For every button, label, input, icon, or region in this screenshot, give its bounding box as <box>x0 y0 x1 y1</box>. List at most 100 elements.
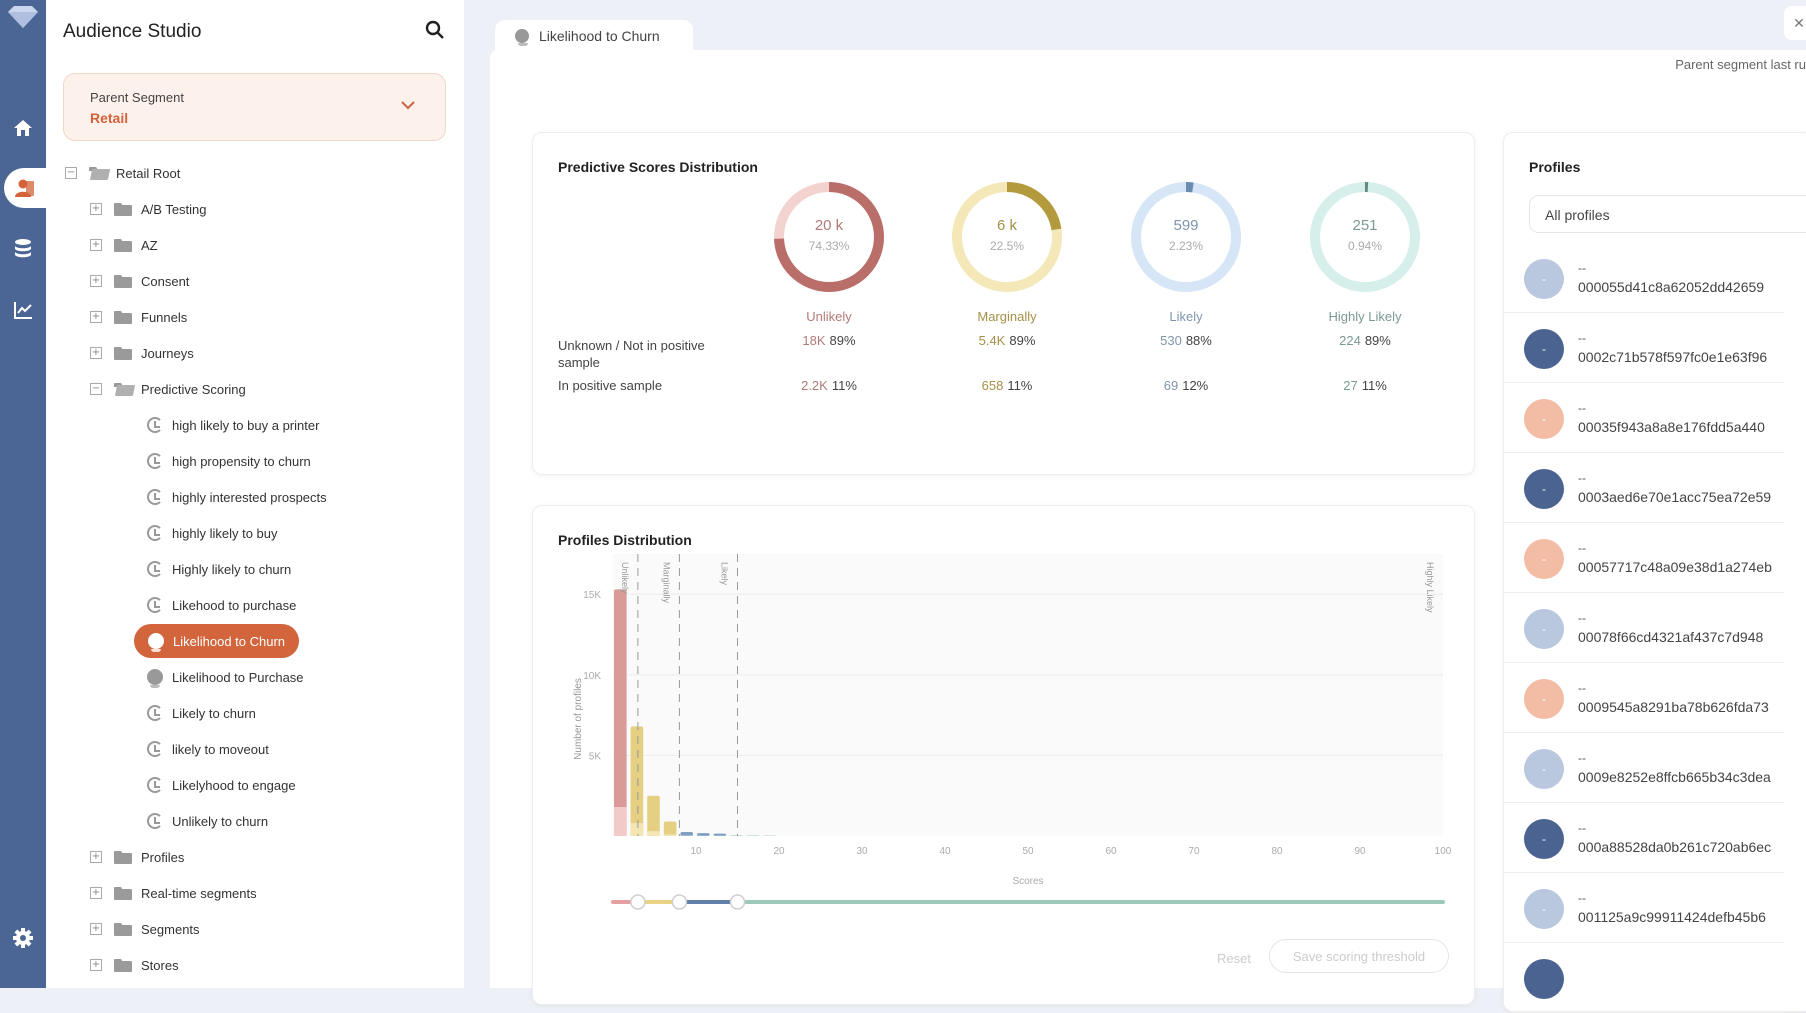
save-threshold-button[interactable]: Save scoring threshold <box>1269 939 1449 973</box>
main-area: Likelihood to Churn ✕ Parent segment las… <box>476 0 1806 988</box>
histogram-bar <box>730 835 743 836</box>
nav-rail <box>0 0 46 988</box>
profile-list-item[interactable]: ---0002c71b578f597fc0e1e63f96 <box>1504 313 1784 383</box>
tab-likelihood-to-churn[interactable]: Likelihood to Churn <box>495 20 693 52</box>
count-value: 18K <box>802 333 825 348</box>
profile-list-item[interactable]: ---00057717c48a09e38d1a274eb <box>1504 523 1784 593</box>
expand-toggle-icon[interactable]: + <box>90 239 102 251</box>
expand-toggle-icon[interactable]: + <box>90 347 102 359</box>
gear-icon[interactable] <box>0 918 46 958</box>
histogram-bar <box>680 832 693 836</box>
tree-folder[interactable]: +AZ <box>90 227 158 263</box>
tab-bar: Likelihood to Churn ✕ <box>476 0 1806 50</box>
slider-handle[interactable] <box>672 895 686 909</box>
x-tick-label: 100 <box>1435 846 1452 857</box>
tree-folder[interactable]: +Journeys <box>90 335 194 371</box>
profile-list-item[interactable]: ---000055d41c8a62052dd42659 <box>1504 243 1784 313</box>
profile-list-item[interactable]: ---0009545a8291ba78b626fda73 <box>1504 663 1784 733</box>
profile-name: -- <box>1578 751 1586 765</box>
tree-item[interactable]: Likely to churn <box>147 695 256 731</box>
tree-item[interactable]: Likelihood to Purchase <box>147 659 304 695</box>
profiles-filter-select[interactable]: All profiles <box>1529 195 1806 233</box>
expand-toggle-icon[interactable]: + <box>90 887 102 899</box>
profile-list-item[interactable]: ---0003aed6e70e1acc75ea72e59 <box>1504 453 1784 523</box>
profile-id: 00035f943a8a8e176fdd5a440 <box>1578 419 1765 435</box>
collapse-toggle-icon[interactable]: − <box>90 383 102 395</box>
profile-name: -- <box>1578 541 1586 555</box>
tree-folder[interactable]: +Funnels <box>90 299 187 335</box>
tree-item[interactable]: Unlikely to churn <box>147 803 268 839</box>
profiles-card: Profiles All profiles ---000055d41c8a620… <box>1503 132 1806 1012</box>
profile-list-item[interactable] <box>1504 943 1784 1013</box>
x-tick-label: 10 <box>690 846 702 857</box>
collapse-toggle-icon[interactable]: − <box>65 167 77 179</box>
predictive-model-icon <box>148 633 164 649</box>
audience-icon[interactable] <box>4 168 46 208</box>
expand-toggle-icon[interactable]: + <box>90 959 102 971</box>
tree-folder[interactable]: +Real-time segments <box>90 875 257 911</box>
expand-toggle-icon[interactable]: + <box>90 275 102 287</box>
profile-list-item[interactable]: ---000a88528da0b261c720ab6ec <box>1504 803 1784 873</box>
tree-item[interactable]: Likehood to purchase <box>147 587 296 623</box>
slider-handle[interactable] <box>731 895 745 909</box>
tree-item[interactable]: high likely to buy a printer <box>147 407 319 443</box>
category-label: Marginally <box>937 309 1077 324</box>
parent-segment-select[interactable]: Parent Segment Retail <box>63 73 446 141</box>
profile-name: -- <box>1578 681 1586 695</box>
reset-button[interactable]: Reset <box>1217 951 1251 966</box>
home-icon[interactable] <box>0 108 46 148</box>
tree-item-label: Profiles <box>141 850 184 865</box>
profile-list-item[interactable]: ---00035f943a8a8e176fdd5a440 <box>1504 383 1784 453</box>
expand-toggle-icon[interactable]: + <box>90 851 102 863</box>
category-label: Likely <box>1116 309 1256 324</box>
tree-item[interactable]: likely to moveout <box>147 731 269 767</box>
slider-handle[interactable] <box>631 895 645 909</box>
donut-marginally: 6 k22.5% <box>951 181 1063 293</box>
tree-item[interactable]: high propensity to churn <box>147 443 311 479</box>
profile-list-item[interactable]: ---00078f66cd4321af437c7d948 <box>1504 593 1784 663</box>
scheduled-segment-icon <box>147 453 163 469</box>
y-tick-label: 5K <box>589 751 602 762</box>
x-tick-label: 70 <box>1188 846 1200 857</box>
search-icon[interactable] <box>424 19 446 41</box>
database-icon[interactable] <box>0 228 46 268</box>
tree-folder[interactable]: +A/B Testing <box>90 191 207 227</box>
tree-item[interactable]: highly likely to buy <box>147 515 278 551</box>
x-axis-label: Scores <box>1012 876 1043 887</box>
profile-list-item[interactable]: ---0009e8252e8ffcb665b34c3dea <box>1504 733 1784 803</box>
histogram-bar <box>614 589 627 836</box>
expand-toggle-icon[interactable]: + <box>90 311 102 323</box>
tree-item[interactable]: highly interested prospects <box>147 479 327 515</box>
tree-item[interactable]: Likelyhood to engage <box>147 767 296 803</box>
tree-folder-predictive-scoring[interactable]: −Predictive Scoring <box>90 371 246 407</box>
avatar: - <box>1524 889 1564 929</box>
donut-total: 251 <box>1309 217 1421 234</box>
tree-folder[interactable]: +Segments <box>90 911 200 947</box>
expand-toggle-icon[interactable]: + <box>90 923 102 935</box>
histogram-bar-positive <box>647 831 660 836</box>
profile-name: -- <box>1578 401 1586 415</box>
scheduled-segment-icon <box>147 705 163 721</box>
profile-list-item[interactable]: ---001125a9c99911424defb45b6 <box>1504 873 1784 943</box>
profile-id: 001125a9c99911424defb45b6 <box>1578 909 1766 925</box>
close-icon[interactable]: ✕ <box>1784 6 1806 40</box>
count-value: 658 <box>982 378 1004 393</box>
y-tick-label: 10K <box>583 671 601 682</box>
tree-item-selected[interactable]: Likelihood to Churn <box>134 624 299 658</box>
avatar: - <box>1524 609 1564 649</box>
category-label: Highly Likely <box>1295 309 1435 324</box>
tree-item[interactable]: Highly likely to churn <box>147 551 291 587</box>
tree-folder[interactable]: +Stores <box>90 947 179 983</box>
tree-folder[interactable]: +Consent <box>90 263 189 299</box>
folder-icon <box>114 311 132 324</box>
profile-id: 000a88528da0b261c720ab6ec <box>1578 839 1771 855</box>
count-value: 530 <box>1160 333 1182 348</box>
parent-segment-label: Parent Segment <box>90 90 184 105</box>
logo-icon[interactable] <box>6 6 40 30</box>
chart-icon[interactable] <box>0 290 46 330</box>
expand-toggle-icon[interactable]: + <box>90 203 102 215</box>
profiles-distribution-card: Profiles Distribution 5K10K15K1020304050… <box>532 505 1475 1005</box>
scheduled-segment-icon <box>147 561 163 577</box>
tree-folder[interactable]: + Profiles <box>90 839 184 875</box>
tree-root[interactable]: −Retail Root <box>65 155 180 191</box>
